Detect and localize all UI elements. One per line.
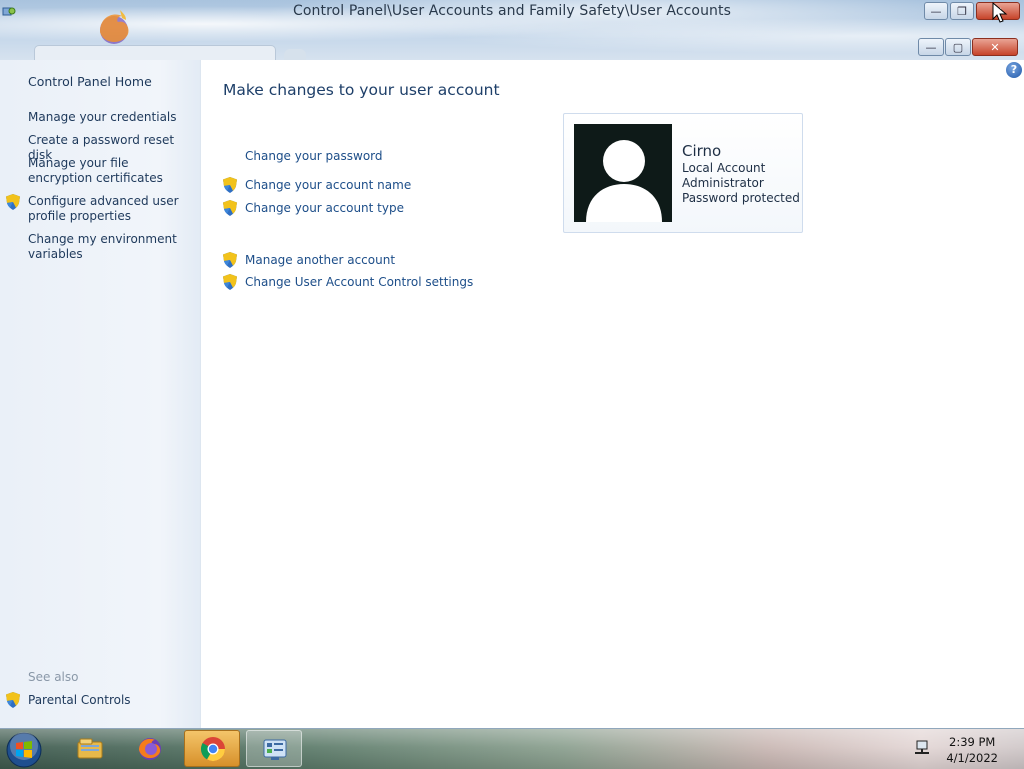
page-title: Make changes to your user account — [223, 81, 500, 99]
taskbar-explorer-button[interactable] — [62, 730, 118, 767]
uac-shield-icon — [223, 274, 237, 290]
taskbar: 2:39 PM 4/1/2022 — [0, 728, 1024, 769]
change-account-type-link[interactable]: Change your account type — [245, 201, 404, 215]
minimize-button[interactable]: — — [918, 38, 944, 56]
explorer-icon — [77, 738, 103, 759]
sidebar-item-manage-credentials[interactable]: Manage your credentials — [28, 110, 188, 125]
sidebar: Control Panel Home Manage your credentia… — [0, 60, 201, 728]
control-panel-window: Control Panel Home Manage your credentia… — [0, 60, 1024, 728]
account-password-status: Password protected — [682, 191, 800, 205]
uac-shield-icon — [223, 200, 237, 216]
sidebar-item-control-panel-home[interactable]: Control Panel Home — [28, 74, 188, 89]
system-clock[interactable]: 2:39 PM 4/1/2022 — [946, 734, 998, 766]
change-account-name-link[interactable]: Change your account name — [245, 178, 411, 192]
window-title-bar[interactable]: Control Panel\User Accounts and Family S… — [0, 0, 1024, 62]
user-silhouette-icon — [574, 124, 672, 222]
uac-shield-icon — [223, 252, 237, 268]
clock-time: 2:39 PM — [949, 735, 996, 749]
firefox-icon — [139, 738, 161, 760]
outer-maximize-button[interactable]: ❐ — [950, 2, 974, 20]
uac-shield-icon — [223, 177, 237, 193]
start-button[interactable] — [5, 731, 43, 769]
change-password-link[interactable]: Change your password — [245, 149, 383, 163]
sidebar-item-file-encryption[interactable]: Manage your file encryption certificates — [28, 156, 186, 186]
close-icon: ✕ — [990, 40, 1000, 54]
sidebar-item-advanced-profile[interactable]: Configure advanced user profile properti… — [28, 194, 188, 224]
account-type-local: Local Account — [682, 161, 766, 175]
minimize-icon: — — [930, 4, 942, 18]
uac-shield-icon — [6, 194, 20, 210]
account-role: Administrator — [682, 176, 764, 190]
clock-date: 4/1/2022 — [946, 751, 998, 765]
see-also-heading: See also — [28, 670, 79, 684]
window-title: Control Panel\User Accounts and Family S… — [292, 3, 732, 19]
avatar[interactable] — [574, 124, 672, 222]
account-name: Cirno — [682, 142, 722, 160]
control-panel-icon — [263, 739, 287, 760]
taskbar-firefox-button[interactable] — [122, 730, 178, 767]
uac-shield-icon — [6, 692, 20, 708]
sidebar-item-environment-variables[interactable]: Change my environment variables — [28, 232, 188, 262]
manage-another-account-link[interactable]: Manage another account — [245, 253, 395, 267]
network-icon[interactable] — [914, 740, 932, 756]
maximize-icon: ▢ — [952, 40, 964, 54]
help-icon[interactable]: ? — [1006, 62, 1022, 78]
change-uac-settings-link[interactable]: Change User Account Control settings — [245, 275, 473, 289]
maximize-button[interactable]: ▢ — [945, 38, 971, 56]
outer-minimize-button[interactable]: — — [924, 2, 948, 20]
chrome-icon — [200, 737, 225, 762]
minimize-icon: — — [925, 40, 937, 54]
sidebar-item-parental-controls[interactable]: Parental Controls — [28, 693, 188, 708]
close-button[interactable]: ✕ — [972, 38, 1018, 56]
account-card: Cirno Local Account Administrator Passwo… — [563, 113, 803, 233]
taskbar-chrome-button[interactable] — [184, 730, 240, 767]
taskbar-control-panel-button[interactable] — [246, 730, 302, 767]
mouse-cursor-icon — [992, 2, 1008, 23]
maximize-icon: ❐ — [957, 4, 967, 18]
